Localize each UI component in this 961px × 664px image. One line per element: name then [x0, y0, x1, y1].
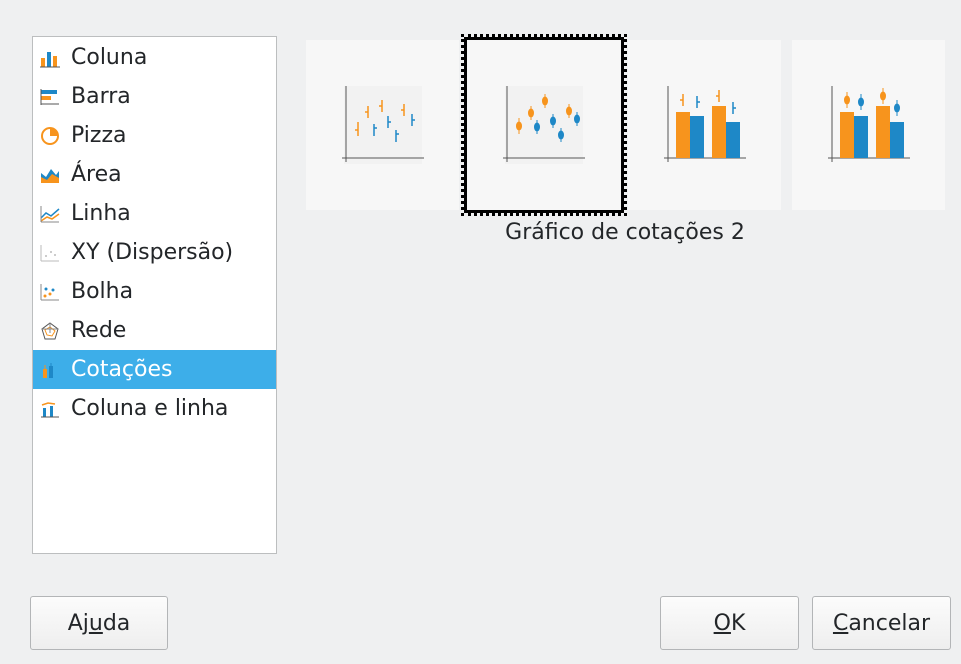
- cancel-button[interactable]: Cancelar: [812, 596, 951, 650]
- scatter-chart-icon: [37, 242, 63, 264]
- chart-type-label: Barra: [71, 84, 131, 109]
- stock-chart-2-icon: [503, 86, 585, 164]
- stock-chart-icon: [37, 359, 63, 381]
- ok-button-label: OK: [713, 610, 746, 636]
- chart-type-bar[interactable]: Barra: [33, 77, 276, 116]
- variant-thumbnail-2[interactable]: [461, 34, 627, 216]
- chart-type-label: XY (Dispersão): [71, 240, 234, 265]
- variant-thumbnail-3[interactable]: [628, 40, 781, 210]
- area-chart-icon: [37, 164, 63, 186]
- help-button-label: Ajuda: [67, 610, 131, 636]
- variant-caption: Gráfico de cotações 2: [505, 220, 745, 245]
- chart-type-bubble[interactable]: Bolha: [33, 272, 276, 311]
- column-line-chart-icon: [37, 398, 63, 420]
- chart-type-label: Coluna e linha: [71, 396, 229, 421]
- chart-type-label: Pizza: [71, 123, 127, 148]
- chart-type-label: Coluna: [71, 45, 148, 70]
- chart-type-label: Área: [71, 162, 122, 187]
- chart-type-label: Cotações: [71, 357, 173, 382]
- chart-type-stock[interactable]: Cotações: [33, 350, 276, 389]
- stock-chart-3-icon: [663, 86, 746, 162]
- net-chart-icon: [37, 320, 63, 342]
- column-chart-icon: [37, 47, 63, 69]
- ok-button[interactable]: OK: [660, 596, 799, 650]
- line-chart-icon: [37, 203, 63, 225]
- chart-type-net[interactable]: Rede: [33, 311, 276, 350]
- stock-chart-1-icon: [341, 86, 424, 164]
- chart-type-column-line[interactable]: Coluna e linha: [33, 389, 276, 428]
- variant-thumbnail-1[interactable]: [306, 40, 459, 210]
- chart-type-area[interactable]: Área: [33, 155, 276, 194]
- cancel-button-label: Cancelar: [832, 610, 931, 636]
- chart-type-label: Linha: [71, 201, 131, 226]
- chart-type-column[interactable]: Coluna: [33, 38, 276, 77]
- chart-type-pie[interactable]: Pizza: [33, 116, 276, 155]
- help-button[interactable]: Ajuda: [30, 596, 168, 650]
- variant-thumbnail-4[interactable]: [792, 40, 945, 210]
- stock-chart-4-icon: [827, 86, 910, 162]
- chart-type-label: Bolha: [71, 279, 134, 304]
- pie-chart-icon: [37, 125, 63, 147]
- bubble-chart-icon: [37, 281, 63, 303]
- bar-chart-icon: [37, 86, 63, 108]
- chart-type-line[interactable]: Linha: [33, 194, 276, 233]
- chart-type-scatter[interactable]: XY (Dispersão): [33, 233, 276, 272]
- chart-type-label: Rede: [71, 318, 127, 343]
- chart-type-list[interactable]: Coluna Barra Pizza Área Linha XY (Disper…: [32, 36, 277, 554]
